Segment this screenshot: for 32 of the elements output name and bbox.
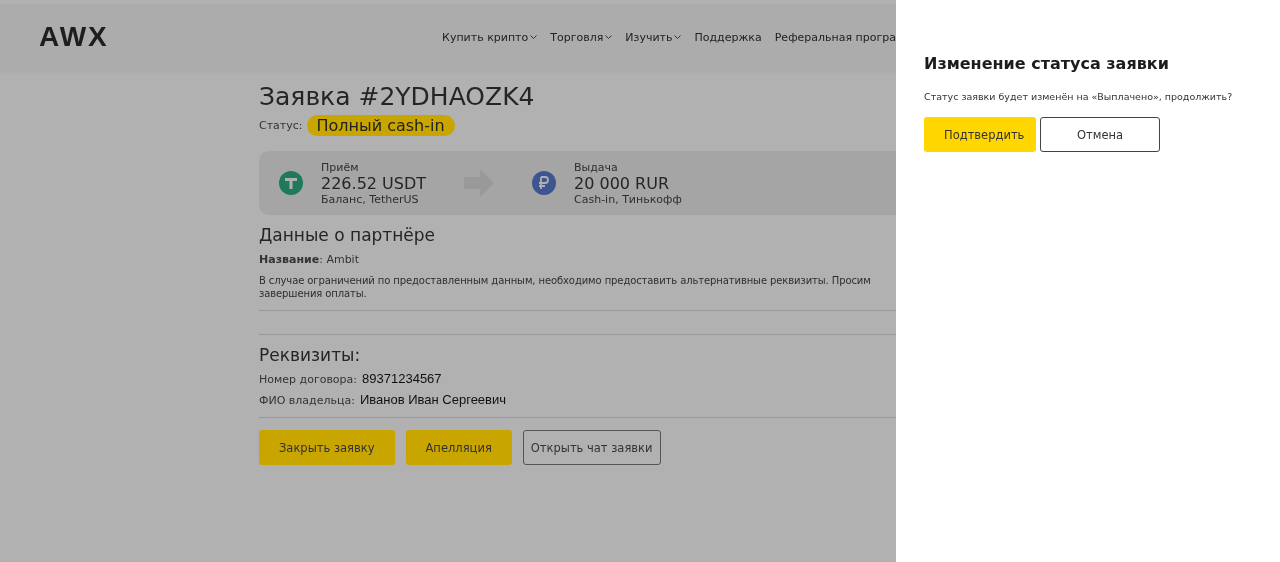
partner-name: Название: Ambit [259, 253, 360, 266]
nav-link[interactable]: Купить крипто [442, 30, 538, 44]
exchange-amount: 226.52 USDT [321, 173, 427, 193]
section-heading: Данные о партнёре [259, 225, 437, 245]
nav-link[interactable]: Торговля [550, 30, 613, 44]
field-label: Номер договора: [259, 373, 358, 386]
section-heading: Реквизиты: [259, 345, 362, 365]
action-button[interactable]: Апелляция [405, 430, 512, 465]
action-button[interactable]: Открыть чат заявки [522, 430, 661, 465]
order-title: Заявка #2YDHAOZK4 [259, 82, 536, 111]
field-label: ФИО владельца: [259, 394, 355, 407]
exchange-caption: Выдача [574, 160, 619, 174]
action-button[interactable]: Закрыть заявку [259, 430, 395, 465]
nav-link[interactable]: Реферальная програ [774, 30, 896, 44]
status-badge: Полный cash-in [306, 115, 455, 136]
nav-link[interactable]: Поддержка [694, 30, 762, 44]
exchange-amount: 20 000 RUR [574, 173, 671, 193]
tether-icon [279, 171, 303, 195]
logo[interactable]: AWX [39, 21, 109, 53]
field-value: 89371234567 [362, 371, 442, 386]
dialog-message: Статус заявки будет изменён на «Выплачено», продолжить? [924, 91, 1233, 102]
exchange-detail: Cash-in, Тинькофф [574, 192, 682, 206]
partner-note: В случае ограничений по предоставленным данным, необходимо предоставить альтернативные реквизиты. Просим завершения оплаты. [259, 274, 872, 300]
cancel-button[interactable]: Отмена [1040, 117, 1160, 152]
confirm-button[interactable]: Подтвердить [924, 117, 1036, 152]
field-value: Иванов Иван Сергеевич [359, 392, 507, 407]
exchange-caption: Приём [321, 160, 360, 174]
dialog-title: Изменение статуса заявки [924, 54, 1170, 73]
status-label: Статус: [259, 119, 303, 132]
ruble-icon [532, 171, 557, 195]
nav-link[interactable]: Изучить [625, 30, 682, 44]
exchange-detail: Баланс, TetherUS [321, 192, 420, 206]
